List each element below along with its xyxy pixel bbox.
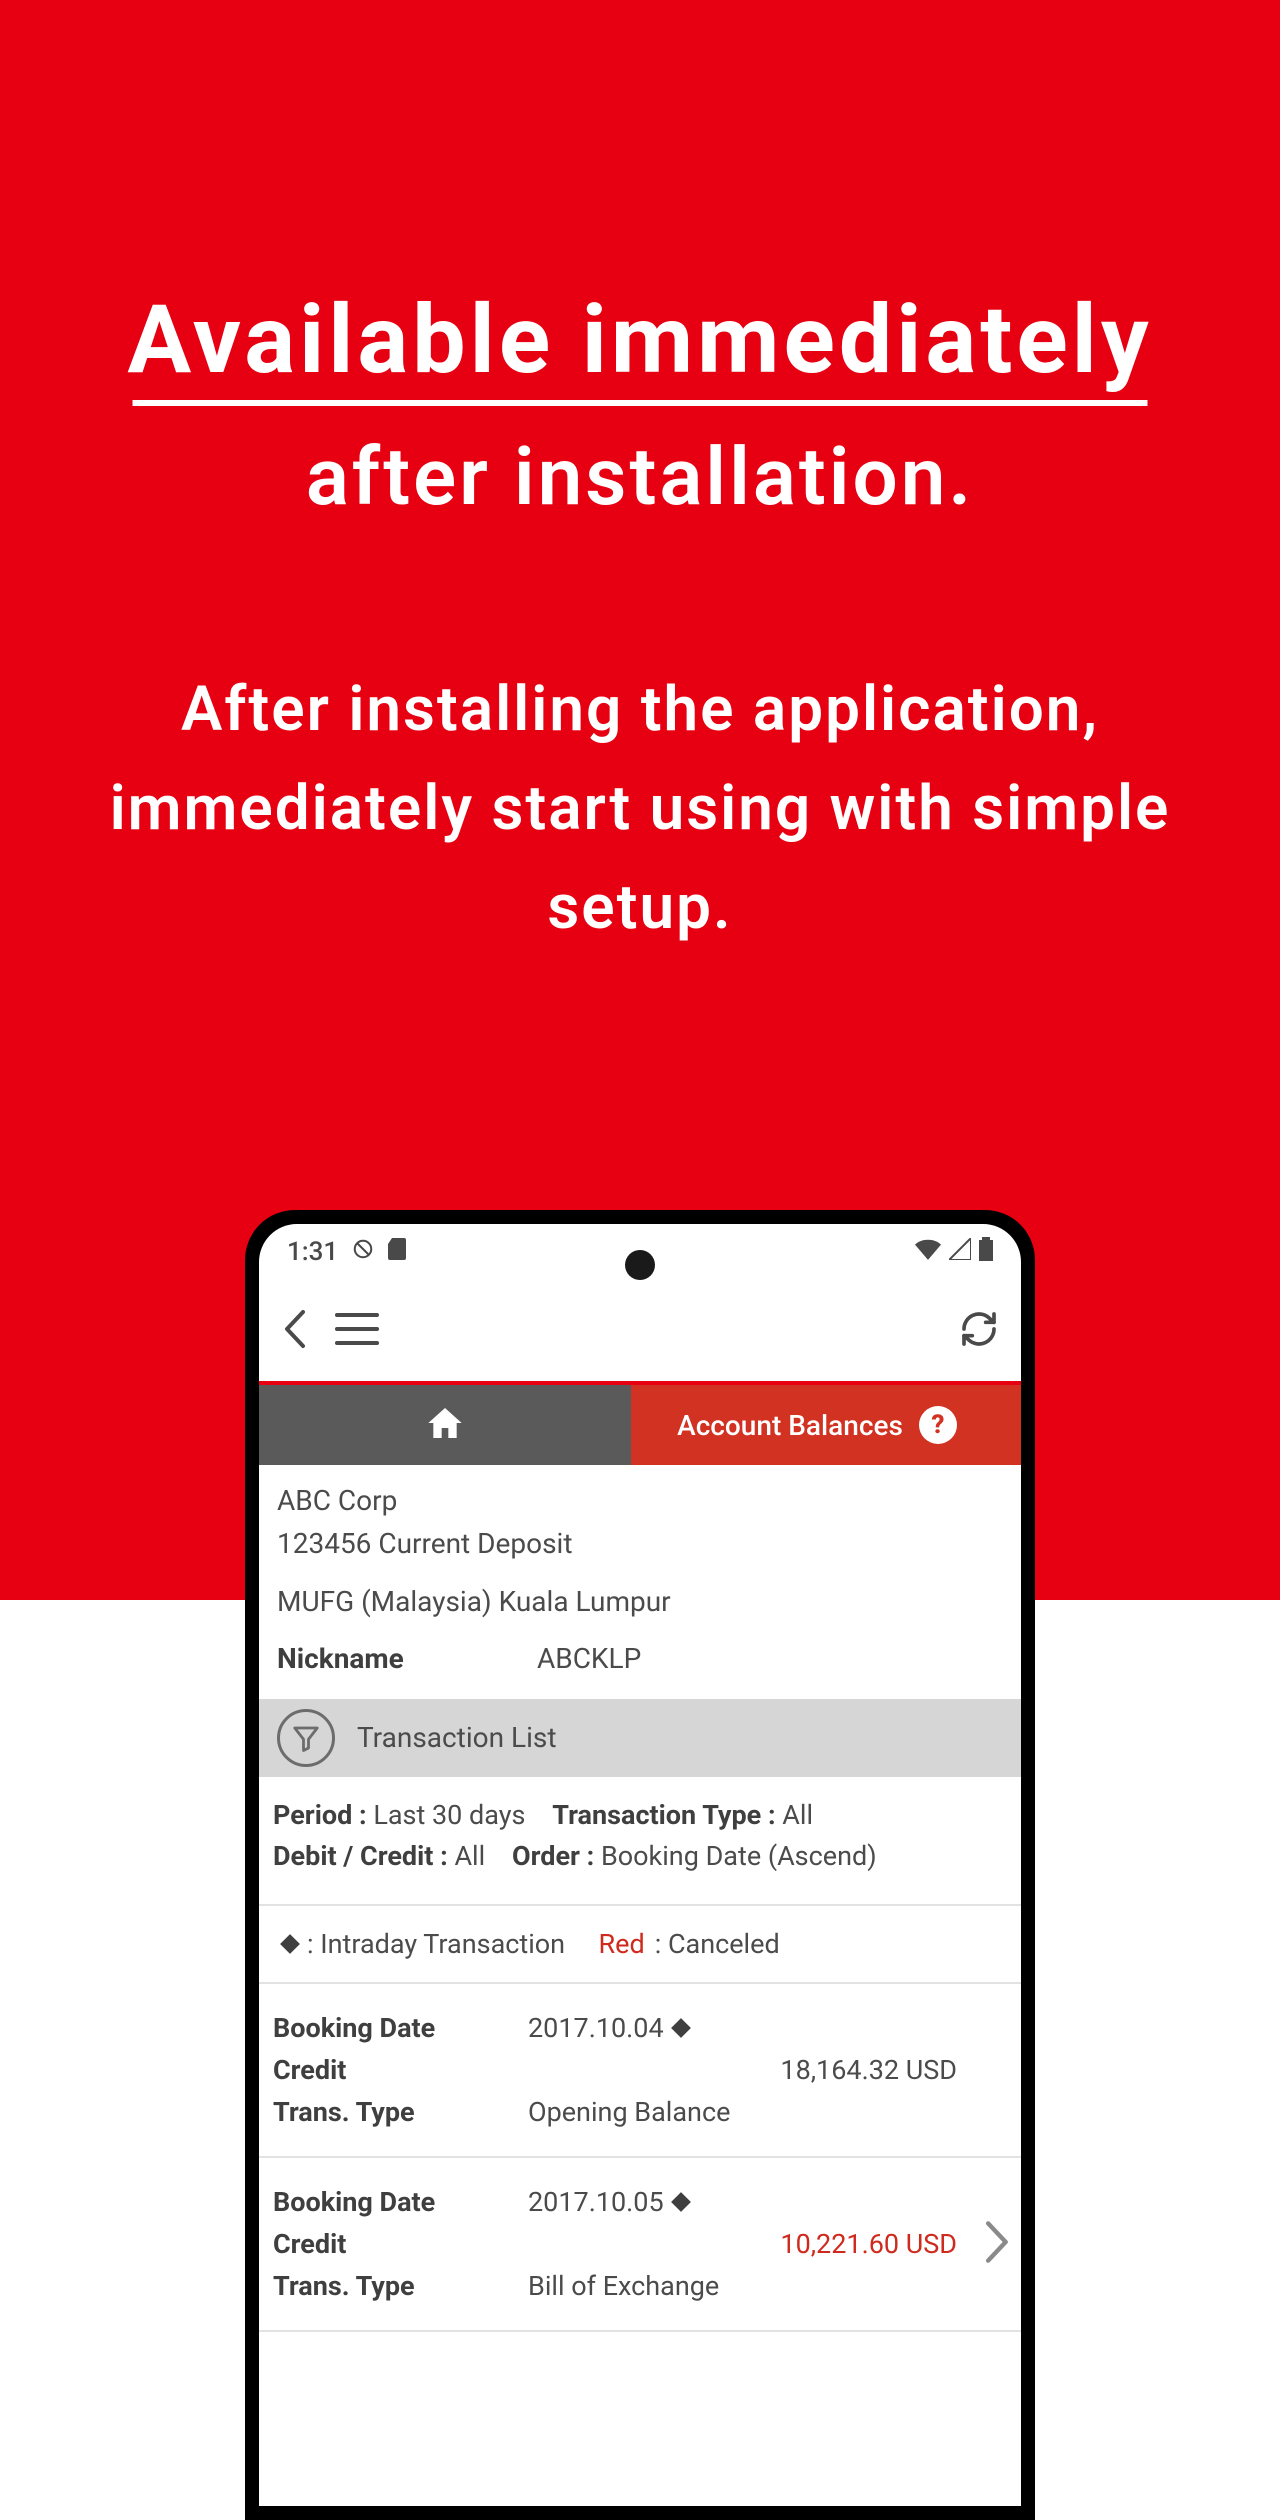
phone-frame: 1:31 <box>245 1210 1035 2520</box>
filter-button[interactable] <box>277 1709 335 1767</box>
chevron-right-icon <box>983 2219 1013 2269</box>
transaction-row[interactable]: Booking Date 2017.10.05 Credit 10,221.60… <box>259 2158 1021 2332</box>
status-time: 1:31 <box>287 1237 338 1267</box>
app-topbar <box>259 1280 1021 1385</box>
battery-icon <box>979 1237 993 1268</box>
tab-bar: Account Balances ? <box>259 1385 1021 1465</box>
booking-date-value: 2017.10.05 <box>528 2186 664 2218</box>
do-not-disturb-icon <box>352 1237 374 1267</box>
order-value: Booking Date (Ascend) <box>601 1840 877 1872</box>
trans-type-label: Trans. Type <box>273 2096 528 2128</box>
phone-camera <box>625 1250 655 1280</box>
home-icon <box>425 1403 465 1447</box>
trans-type-label: Trans. Type <box>273 2270 528 2302</box>
account-block: ABC Corp 123456 Current Deposit MUFG (Ma… <box>259 1465 1021 1687</box>
headline-underline <box>133 400 1148 406</box>
legend-red-label: Red <box>599 1928 645 1960</box>
nickname-value: ABCKLP <box>537 1637 641 1680</box>
sd-card-icon <box>388 1237 406 1267</box>
credit-value: 18,164.32 USD <box>780 2054 1007 2086</box>
promo-headline-1: Available immediately <box>127 285 1152 396</box>
account-name: ABC Corp <box>277 1479 1003 1522</box>
credit-label: Credit <box>273 2054 528 2086</box>
intraday-marker-icon <box>671 2018 691 2038</box>
dc-value: All <box>454 1840 485 1872</box>
credit-label: Credit <box>273 2228 528 2260</box>
promo-headline-2: after installation. <box>306 430 974 524</box>
credit-value: 10,221.60 USD <box>780 2228 1007 2260</box>
txtype-label: Transaction Type : <box>552 1799 775 1831</box>
trans-type-value: Bill of Exchange <box>528 2270 719 2302</box>
legend-red-desc: : Canceled <box>655 1928 780 1960</box>
menu-button[interactable] <box>335 1312 379 1350</box>
filter-summary: Period : Last 30 days Transaction Type :… <box>259 1777 1021 1907</box>
booking-date-label: Booking Date <box>273 2186 528 2218</box>
txtype-value: All <box>782 1799 813 1831</box>
nickname-label: Nickname <box>277 1637 537 1680</box>
wifi-icon <box>915 1237 941 1267</box>
intraday-marker-icon <box>671 2192 691 2212</box>
booking-date-label: Booking Date <box>273 2012 528 2044</box>
signal-icon <box>949 1237 971 1267</box>
diamond-icon <box>280 1934 300 1954</box>
phone-screen: 1:31 <box>259 1224 1021 2506</box>
transaction-list-header: Transaction List <box>259 1699 1021 1777</box>
period-label: Period : <box>273 1799 367 1831</box>
refresh-button[interactable] <box>959 1309 999 1353</box>
account-number-type: 123456 Current Deposit <box>277 1522 1003 1565</box>
dc-label: Debit / Credit : <box>273 1840 448 1872</box>
order-label: Order : <box>512 1840 594 1872</box>
tab-home[interactable] <box>259 1385 631 1465</box>
transaction-list-title: Transaction List <box>357 1721 557 1754</box>
promo-body: After installing the application, immedi… <box>80 660 1200 958</box>
transaction-row[interactable]: Booking Date 2017.10.04 Credit 18,164.32… <box>259 1984 1021 2158</box>
help-icon[interactable]: ? <box>919 1406 957 1444</box>
period-value: Last 30 days <box>373 1799 525 1831</box>
tab-account-balances[interactable]: Account Balances ? <box>631 1385 1021 1465</box>
trans-type-value: Opening Balance <box>528 2096 730 2128</box>
legend: : Intraday Transaction Red : Canceled <box>259 1906 1021 1984</box>
back-button[interactable] <box>281 1308 307 1354</box>
booking-date-value: 2017.10.04 <box>528 2012 664 2044</box>
account-bank: MUFG (Malaysia) Kuala Lumpur <box>277 1580 1003 1623</box>
legend-intraday: : Intraday Transaction <box>307 1928 565 1960</box>
tab-balances-label: Account Balances <box>677 1409 903 1442</box>
